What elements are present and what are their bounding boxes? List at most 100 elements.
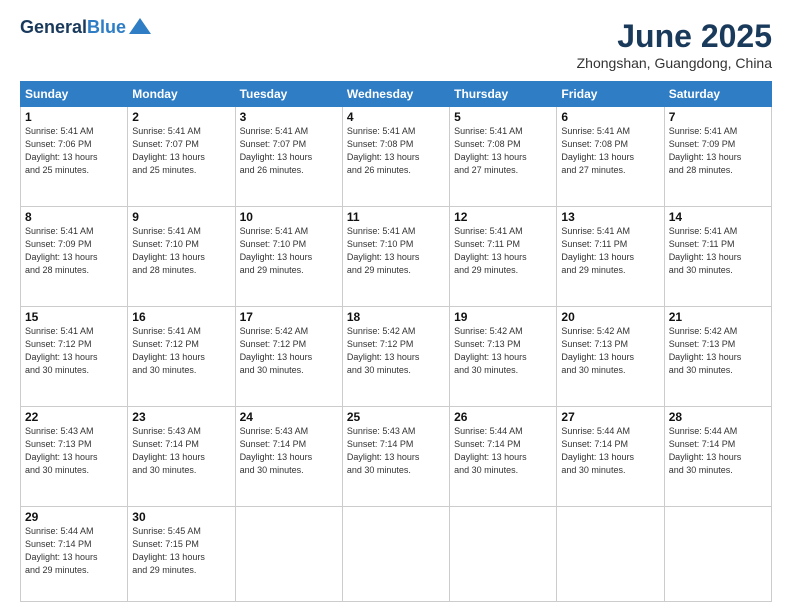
day-number: 9 xyxy=(132,210,230,224)
table-row: 11Sunrise: 5:41 AM Sunset: 7:10 PM Dayli… xyxy=(342,206,449,306)
table-row: 10Sunrise: 5:41 AM Sunset: 7:10 PM Dayli… xyxy=(235,206,342,306)
day-number: 8 xyxy=(25,210,123,224)
table-row: 23Sunrise: 5:43 AM Sunset: 7:14 PM Dayli… xyxy=(128,406,235,506)
day-info: Sunrise: 5:41 AM Sunset: 7:12 PM Dayligh… xyxy=(132,325,230,377)
table-row: 26Sunrise: 5:44 AM Sunset: 7:14 PM Dayli… xyxy=(450,406,557,506)
table-row: 24Sunrise: 5:43 AM Sunset: 7:14 PM Dayli… xyxy=(235,406,342,506)
day-info: Sunrise: 5:41 AM Sunset: 7:07 PM Dayligh… xyxy=(240,125,338,177)
table-row xyxy=(557,506,664,601)
table-row: 28Sunrise: 5:44 AM Sunset: 7:14 PM Dayli… xyxy=(664,406,771,506)
day-number: 1 xyxy=(25,110,123,124)
table-row xyxy=(450,506,557,601)
day-number: 5 xyxy=(454,110,552,124)
calendar-week-row: 29Sunrise: 5:44 AM Sunset: 7:14 PM Dayli… xyxy=(21,506,772,601)
day-info: Sunrise: 5:41 AM Sunset: 7:11 PM Dayligh… xyxy=(454,225,552,277)
day-info: Sunrise: 5:43 AM Sunset: 7:14 PM Dayligh… xyxy=(347,425,445,477)
calendar-week-row: 1Sunrise: 5:41 AM Sunset: 7:06 PM Daylig… xyxy=(21,107,772,207)
calendar-week-row: 22Sunrise: 5:43 AM Sunset: 7:13 PM Dayli… xyxy=(21,406,772,506)
table-row: 6Sunrise: 5:41 AM Sunset: 7:08 PM Daylig… xyxy=(557,107,664,207)
table-row: 25Sunrise: 5:43 AM Sunset: 7:14 PM Dayli… xyxy=(342,406,449,506)
calendar-header-row: Sunday Monday Tuesday Wednesday Thursday… xyxy=(21,82,772,107)
day-info: Sunrise: 5:44 AM Sunset: 7:14 PM Dayligh… xyxy=(669,425,767,477)
day-number: 6 xyxy=(561,110,659,124)
day-info: Sunrise: 5:41 AM Sunset: 7:10 PM Dayligh… xyxy=(347,225,445,277)
day-info: Sunrise: 5:41 AM Sunset: 7:08 PM Dayligh… xyxy=(454,125,552,177)
day-number: 14 xyxy=(669,210,767,224)
day-info: Sunrise: 5:44 AM Sunset: 7:14 PM Dayligh… xyxy=(454,425,552,477)
day-number: 29 xyxy=(25,510,123,524)
table-row xyxy=(235,506,342,601)
day-number: 30 xyxy=(132,510,230,524)
day-number: 21 xyxy=(669,310,767,324)
col-tuesday: Tuesday xyxy=(235,82,342,107)
day-info: Sunrise: 5:42 AM Sunset: 7:13 PM Dayligh… xyxy=(669,325,767,377)
day-info: Sunrise: 5:43 AM Sunset: 7:13 PM Dayligh… xyxy=(25,425,123,477)
table-row: 4Sunrise: 5:41 AM Sunset: 7:08 PM Daylig… xyxy=(342,107,449,207)
day-info: Sunrise: 5:41 AM Sunset: 7:09 PM Dayligh… xyxy=(25,225,123,277)
table-row: 20Sunrise: 5:42 AM Sunset: 7:13 PM Dayli… xyxy=(557,306,664,406)
day-number: 15 xyxy=(25,310,123,324)
page: GeneralBlue June 2025 Zhongshan, Guangdo… xyxy=(0,0,792,612)
table-row: 13Sunrise: 5:41 AM Sunset: 7:11 PM Dayli… xyxy=(557,206,664,306)
header: GeneralBlue June 2025 Zhongshan, Guangdo… xyxy=(20,18,772,71)
calendar-week-row: 8Sunrise: 5:41 AM Sunset: 7:09 PM Daylig… xyxy=(21,206,772,306)
day-number: 10 xyxy=(240,210,338,224)
day-info: Sunrise: 5:41 AM Sunset: 7:06 PM Dayligh… xyxy=(25,125,123,177)
col-saturday: Saturday xyxy=(664,82,771,107)
location: Zhongshan, Guangdong, China xyxy=(577,55,772,71)
table-row: 21Sunrise: 5:42 AM Sunset: 7:13 PM Dayli… xyxy=(664,306,771,406)
table-row: 29Sunrise: 5:44 AM Sunset: 7:14 PM Dayli… xyxy=(21,506,128,601)
logo-text: GeneralBlue xyxy=(20,18,126,38)
day-number: 19 xyxy=(454,310,552,324)
table-row: 7Sunrise: 5:41 AM Sunset: 7:09 PM Daylig… xyxy=(664,107,771,207)
day-number: 25 xyxy=(347,410,445,424)
day-number: 23 xyxy=(132,410,230,424)
day-info: Sunrise: 5:41 AM Sunset: 7:07 PM Dayligh… xyxy=(132,125,230,177)
day-number: 13 xyxy=(561,210,659,224)
day-number: 18 xyxy=(347,310,445,324)
day-number: 3 xyxy=(240,110,338,124)
table-row xyxy=(342,506,449,601)
calendar-week-row: 15Sunrise: 5:41 AM Sunset: 7:12 PM Dayli… xyxy=(21,306,772,406)
logo: GeneralBlue xyxy=(20,18,151,38)
day-number: 11 xyxy=(347,210,445,224)
day-info: Sunrise: 5:45 AM Sunset: 7:15 PM Dayligh… xyxy=(132,525,230,577)
day-info: Sunrise: 5:44 AM Sunset: 7:14 PM Dayligh… xyxy=(25,525,123,577)
table-row: 30Sunrise: 5:45 AM Sunset: 7:15 PM Dayli… xyxy=(128,506,235,601)
table-row: 27Sunrise: 5:44 AM Sunset: 7:14 PM Dayli… xyxy=(557,406,664,506)
day-number: 7 xyxy=(669,110,767,124)
table-row: 14Sunrise: 5:41 AM Sunset: 7:11 PM Dayli… xyxy=(664,206,771,306)
title-block: June 2025 Zhongshan, Guangdong, China xyxy=(577,18,772,71)
day-info: Sunrise: 5:41 AM Sunset: 7:12 PM Dayligh… xyxy=(25,325,123,377)
table-row xyxy=(664,506,771,601)
table-row: 3Sunrise: 5:41 AM Sunset: 7:07 PM Daylig… xyxy=(235,107,342,207)
table-row: 22Sunrise: 5:43 AM Sunset: 7:13 PM Dayli… xyxy=(21,406,128,506)
day-number: 4 xyxy=(347,110,445,124)
day-info: Sunrise: 5:43 AM Sunset: 7:14 PM Dayligh… xyxy=(240,425,338,477)
col-thursday: Thursday xyxy=(450,82,557,107)
table-row: 19Sunrise: 5:42 AM Sunset: 7:13 PM Dayli… xyxy=(450,306,557,406)
col-sunday: Sunday xyxy=(21,82,128,107)
table-row: 18Sunrise: 5:42 AM Sunset: 7:12 PM Dayli… xyxy=(342,306,449,406)
day-info: Sunrise: 5:41 AM Sunset: 7:11 PM Dayligh… xyxy=(669,225,767,277)
day-number: 12 xyxy=(454,210,552,224)
table-row: 17Sunrise: 5:42 AM Sunset: 7:12 PM Dayli… xyxy=(235,306,342,406)
day-number: 22 xyxy=(25,410,123,424)
day-number: 17 xyxy=(240,310,338,324)
table-row: 5Sunrise: 5:41 AM Sunset: 7:08 PM Daylig… xyxy=(450,107,557,207)
table-row: 15Sunrise: 5:41 AM Sunset: 7:12 PM Dayli… xyxy=(21,306,128,406)
calendar-table: Sunday Monday Tuesday Wednesday Thursday… xyxy=(20,81,772,602)
day-number: 16 xyxy=(132,310,230,324)
col-friday: Friday xyxy=(557,82,664,107)
day-info: Sunrise: 5:43 AM Sunset: 7:14 PM Dayligh… xyxy=(132,425,230,477)
day-number: 24 xyxy=(240,410,338,424)
table-row: 9Sunrise: 5:41 AM Sunset: 7:10 PM Daylig… xyxy=(128,206,235,306)
day-info: Sunrise: 5:41 AM Sunset: 7:10 PM Dayligh… xyxy=(132,225,230,277)
day-info: Sunrise: 5:41 AM Sunset: 7:08 PM Dayligh… xyxy=(347,125,445,177)
day-info: Sunrise: 5:41 AM Sunset: 7:11 PM Dayligh… xyxy=(561,225,659,277)
table-row: 8Sunrise: 5:41 AM Sunset: 7:09 PM Daylig… xyxy=(21,206,128,306)
day-info: Sunrise: 5:41 AM Sunset: 7:10 PM Dayligh… xyxy=(240,225,338,277)
day-number: 27 xyxy=(561,410,659,424)
day-number: 26 xyxy=(454,410,552,424)
day-number: 20 xyxy=(561,310,659,324)
